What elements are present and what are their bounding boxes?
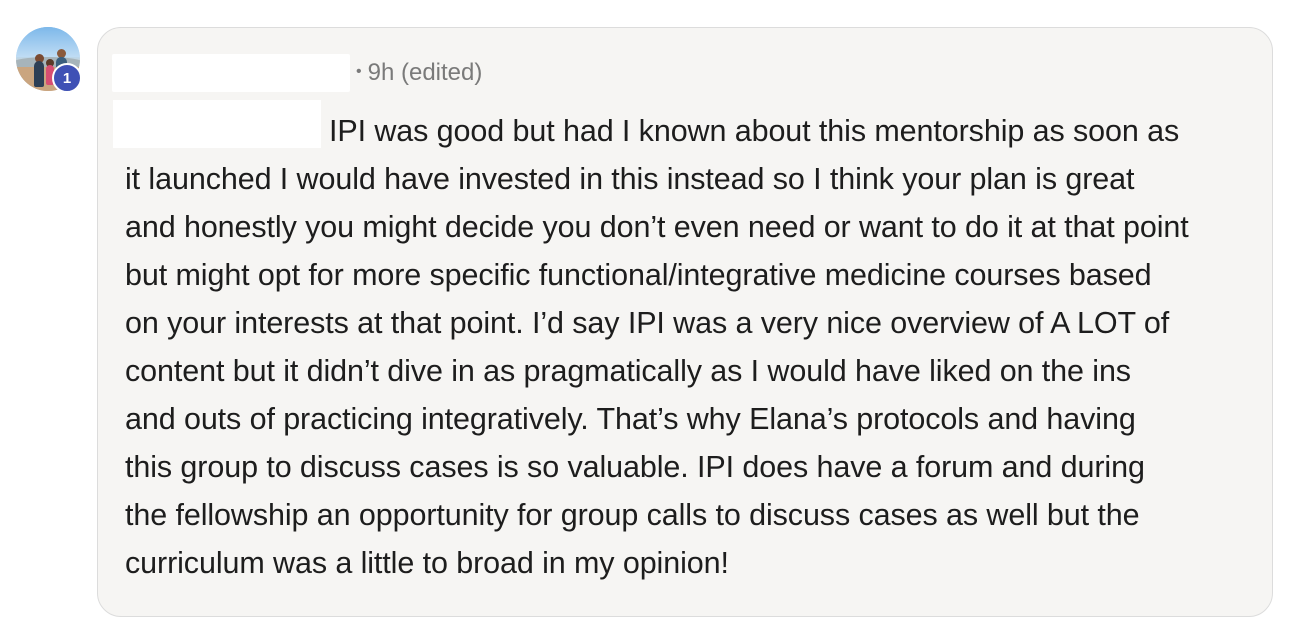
comment-line: it launched I would have invested in thi… (125, 162, 1135, 196)
comment-bubble: • 9h (edited) IPI was good but had I kno… (97, 27, 1273, 617)
author-name[interactable] (112, 54, 350, 92)
comment-thread: 1 • 9h (edited) IPI was good but had I k… (0, 0, 1310, 636)
comment-line-text: IPI was good but had I known about this … (329, 114, 1180, 148)
comment-timestamp[interactable]: 9h (edited) (368, 59, 483, 87)
comment-line: this group to discuss cases is so valuab… (125, 450, 1145, 484)
comment-meta: • 9h (edited) (356, 59, 482, 87)
mention-tag[interactable] (113, 100, 321, 148)
comment-body: IPI was good but had I known about this … (113, 100, 1265, 587)
comment-line: IPI was good but had I known about this … (113, 100, 1265, 155)
author-avatar-container[interactable]: 1 (16, 27, 82, 93)
avatar-person (34, 61, 44, 87)
comment-line: the fellowship an opportunity for group … (125, 498, 1140, 532)
comment-line: on your interests at that point. I’d say… (125, 306, 1170, 340)
comment-line: content but it didn’t dive in as pragmat… (125, 354, 1131, 388)
avatar-sky (16, 27, 80, 57)
comment-line: curriculum was a little to broad in my o… (125, 546, 729, 580)
comment-line: and honestly you might decide you don’t … (125, 210, 1189, 244)
level-badge: 1 (52, 63, 82, 93)
separator-dot: • (356, 63, 362, 80)
comment-line: and outs of practicing integratively. Th… (125, 402, 1136, 436)
comment-line: but might opt for more specific function… (125, 258, 1152, 292)
comment-header: • 9h (edited) (112, 53, 482, 93)
